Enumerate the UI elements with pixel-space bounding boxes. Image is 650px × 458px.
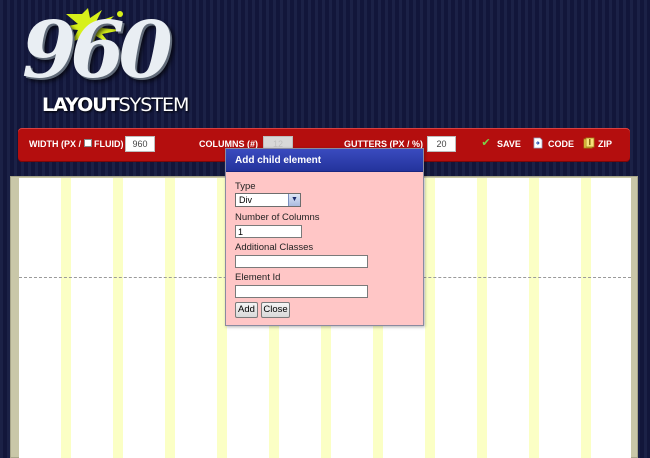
code-button[interactable]: CODE — [548, 139, 574, 149]
element-id-input[interactable] — [235, 285, 368, 298]
classes-input[interactable] — [235, 255, 368, 268]
add-child-dialog: Add child element Type Div ▼ Number of C… — [225, 148, 424, 326]
width-input[interactable] — [125, 136, 155, 152]
logo-wordmark: LAYOUTSYSTEM — [42, 94, 189, 116]
columns-count-input[interactable] — [235, 225, 302, 238]
logo: 960 LAYOUTSYSTEM — [14, 5, 189, 118]
zip-button[interactable]: ZIP — [598, 139, 612, 149]
add-button[interactable]: Add — [235, 302, 258, 318]
logo-number: 960 — [22, 5, 173, 96]
close-button[interactable]: Close — [261, 302, 290, 318]
columns-count-label: Number of Columns — [235, 212, 320, 223]
fluid-label: FLUID) — [94, 139, 124, 149]
fluid-checkbox[interactable] — [84, 139, 92, 147]
save-button[interactable]: SAVE — [497, 139, 521, 149]
code-file-icon[interactable] — [532, 137, 544, 149]
check-icon[interactable]: ✔ — [480, 137, 492, 149]
classes-label: Additional Classes — [235, 242, 314, 253]
type-select[interactable]: Div ▼ — [235, 193, 301, 207]
element-id-label: Element Id — [235, 272, 281, 283]
width-label: WIDTH (PX / — [29, 139, 81, 149]
type-select-value: Div — [239, 195, 252, 205]
chevron-down-icon[interactable]: ▼ — [288, 194, 300, 206]
zip-file-icon[interactable] — [583, 137, 595, 149]
dialog-header[interactable]: Add child element — [226, 149, 423, 172]
dialog-title: Add child element — [235, 155, 322, 166]
gutters-input[interactable] — [427, 136, 456, 152]
type-label: Type — [235, 181, 256, 192]
